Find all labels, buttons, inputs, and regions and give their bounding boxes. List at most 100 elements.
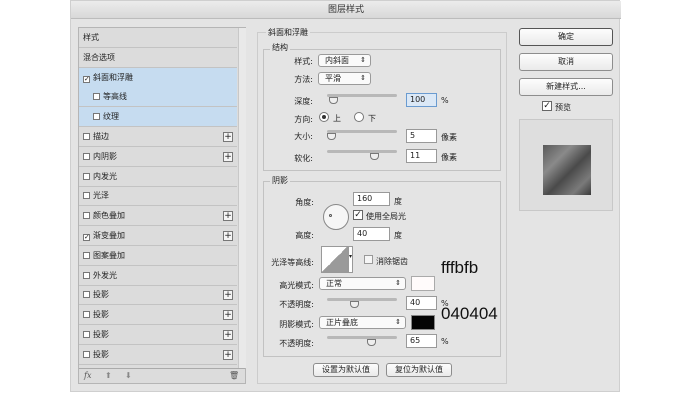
sidebar-item-label: 混合选项	[83, 52, 115, 62]
highlight-mode-select[interactable]: 正常 ⇕	[319, 277, 406, 290]
checkbox[interactable]	[93, 113, 100, 121]
add-icon[interactable]: +	[223, 310, 233, 321]
checkbox[interactable]	[83, 331, 90, 338]
sidebar-item[interactable]: 混合选项	[79, 48, 237, 68]
technique-value: 平滑	[325, 74, 341, 83]
checkbox[interactable]	[83, 350, 90, 358]
sidebar-item[interactable]: 光泽	[79, 186, 237, 207]
sidebar-item-label: 颜色叠加	[93, 211, 125, 221]
technique-label: 方法:	[294, 75, 313, 84]
soften-input[interactable]: 11	[406, 149, 437, 163]
sidebar-item[interactable]: 投影 +	[79, 305, 237, 326]
angle-indicator	[329, 214, 332, 217]
shadow-opacity-slider[interactable]	[327, 336, 397, 339]
sidebar-item-label: 内阴影	[93, 151, 117, 161]
sidebar-item[interactable]: 图案叠加	[79, 246, 237, 266]
sidebar-item-label: 渐变叠加	[93, 231, 125, 240]
sidebar-item[interactable]: 样式	[79, 28, 237, 48]
soften-slider[interactable]	[327, 150, 397, 153]
preview-checkbox[interactable]: ✓	[542, 101, 552, 111]
highlight-mode-value: 正常	[326, 279, 342, 288]
sidebar-item[interactable]: 投影 +	[79, 325, 237, 345]
sidebar-item-label: 内发光	[93, 171, 117, 181]
highlight-opacity-input[interactable]: 40	[406, 296, 437, 310]
checkbox[interactable]	[83, 212, 90, 220]
shadow-hex-annotation: 040404	[441, 304, 498, 323]
sidebar-item[interactable]: ✓ 渐变叠加 +	[79, 226, 237, 246]
sidebar-item[interactable]: 描边 +	[79, 127, 237, 147]
sidebar-item[interactable]: 投影 +	[79, 345, 237, 365]
checkbox[interactable]	[83, 291, 90, 299]
add-icon[interactable]: +	[223, 330, 233, 340]
shadow-opacity-input[interactable]: 65	[406, 334, 437, 348]
checkbox[interactable]	[83, 251, 90, 259]
add-icon[interactable]: +	[223, 151, 233, 162]
shadow-color-swatch[interactable]	[411, 315, 435, 330]
size-label: 大小:	[294, 132, 313, 141]
antialias-checkbox[interactable]	[364, 255, 373, 264]
direction-down-radio[interactable]	[354, 112, 364, 122]
global-light-checkbox[interactable]: ✓	[353, 210, 363, 220]
soften-slider-thumb[interactable]	[370, 153, 379, 160]
sidebar-item[interactable]: 内发光	[79, 167, 237, 187]
scrollbar[interactable]	[238, 28, 246, 368]
sidebar-item[interactable]: ✓ 斜面和浮雕	[79, 67, 237, 88]
depth-input[interactable]: 100	[406, 93, 437, 107]
add-icon[interactable]: +	[223, 231, 233, 241]
radio-dot	[322, 115, 326, 119]
reset-default-button[interactable]: 复位为默认值	[386, 363, 452, 377]
cancel-button[interactable]: 取消	[519, 53, 613, 71]
sidebar-item-label: 投影	[93, 349, 109, 359]
checkbox[interactable]	[93, 93, 100, 101]
shadow-opacity-label: 不透明度:	[279, 339, 314, 348]
technique-select[interactable]: 平滑 ⇕	[318, 72, 371, 85]
sidebar-item[interactable]: 外发光	[79, 266, 237, 286]
depth-slider-thumb[interactable]	[329, 97, 338, 104]
fx-button[interactable]: fx	[84, 371, 91, 380]
highlight-opacity-thumb[interactable]	[350, 301, 359, 308]
sidebar-item[interactable]: 投影 +	[79, 285, 237, 306]
checkbox[interactable]	[83, 133, 90, 140]
move-up-icon[interactable]: ⬆	[105, 371, 112, 380]
contour-dropdown-arrow[interactable]: ▾	[348, 246, 353, 273]
add-icon[interactable]: +	[223, 349, 233, 360]
checkbox[interactable]	[83, 192, 90, 200]
sidebar-item-label: 图案叠加	[93, 250, 125, 260]
size-slider-thumb[interactable]	[327, 133, 336, 140]
add-icon[interactable]: +	[223, 211, 233, 222]
angle-dial[interactable]	[323, 204, 349, 230]
ok-button[interactable]: 确定	[519, 28, 613, 46]
highlight-color-swatch[interactable]	[411, 276, 435, 291]
move-down-icon[interactable]: ⬇	[125, 371, 132, 380]
sidebar-item-label: 样式	[83, 33, 99, 42]
sidebar-item[interactable]: 等高线	[79, 87, 237, 108]
add-icon[interactable]: +	[223, 290, 233, 301]
checkbox[interactable]: ✓	[83, 75, 90, 83]
checkbox[interactable]	[83, 172, 90, 180]
highlight-opacity-slider[interactable]	[327, 298, 397, 301]
sidebar-item[interactable]: 颜色叠加 +	[79, 206, 237, 227]
checkbox[interactable]	[83, 152, 90, 160]
angle-input[interactable]: 160	[353, 192, 390, 206]
new-style-button[interactable]: 新建样式...	[519, 78, 613, 96]
size-slider[interactable]	[327, 130, 397, 133]
dialog-title: 图层样式	[71, 1, 621, 19]
shadow-mode-select[interactable]: 正片叠底 ⇕	[319, 316, 406, 329]
direction-up-radio[interactable]	[319, 112, 329, 122]
shadow-opacity-thumb[interactable]	[367, 339, 376, 346]
global-light-label: 使用全局光	[366, 212, 406, 221]
antialias-label: 消除锯齿	[376, 257, 408, 266]
sidebar-item[interactable]: 纹理	[79, 107, 237, 128]
make-default-button[interactable]: 设置为默认值	[313, 363, 379, 377]
checkbox[interactable]	[83, 271, 90, 279]
style-select[interactable]: 内斜面 ⇕	[318, 54, 371, 67]
checkbox[interactable]	[83, 311, 90, 319]
altitude-input[interactable]: 40	[353, 227, 390, 241]
checkbox[interactable]: ✓	[83, 234, 90, 241]
sidebar-item[interactable]: 内阴影 +	[79, 147, 237, 167]
direction-down-label: 下	[368, 114, 376, 123]
add-icon[interactable]: +	[223, 132, 233, 142]
trash-icon[interactable]: 🗑	[229, 371, 239, 380]
gloss-contour-picker[interactable]	[321, 246, 348, 273]
size-input[interactable]: 5	[406, 129, 437, 143]
